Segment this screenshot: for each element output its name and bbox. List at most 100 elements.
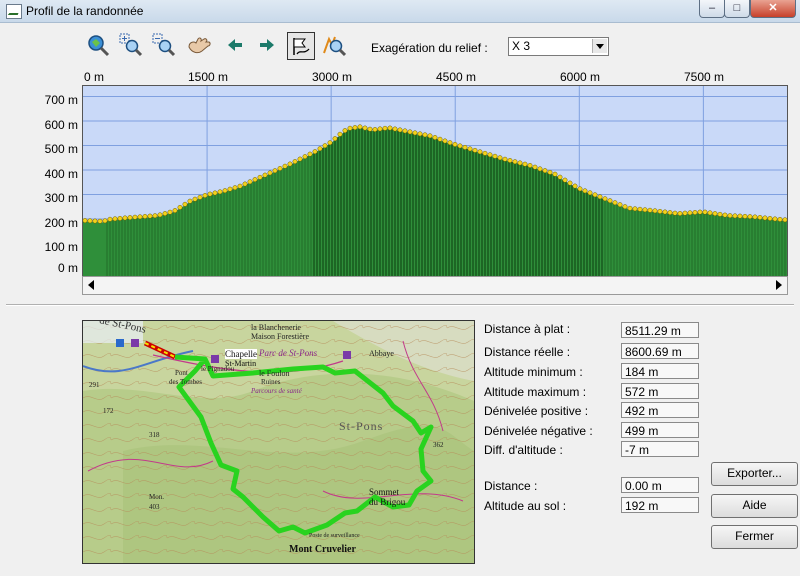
- elevation-point: [197, 194, 203, 200]
- x-tick-label: 0 m: [84, 70, 105, 84]
- elevation-point: [107, 216, 113, 222]
- pan-button[interactable]: [186, 32, 212, 58]
- elevation-point: [567, 180, 573, 186]
- zoom-extent-button[interactable]: [85, 32, 111, 58]
- elevation-point: [162, 211, 168, 216]
- elevation-point: [222, 188, 228, 194]
- elevation-point: [512, 159, 518, 165]
- elevation-point: [277, 166, 283, 171]
- elevation-point: [122, 215, 128, 221]
- horizontal-scrollbar[interactable]: [82, 276, 788, 295]
- elevation-point: [357, 124, 363, 130]
- elevation-point: [137, 214, 143, 220]
- elevation-profile-chart[interactable]: [82, 85, 788, 278]
- custom-zoom-button[interactable]: [321, 32, 347, 58]
- previous-button[interactable]: [222, 32, 248, 58]
- map-label: St-Pons: [339, 419, 384, 433]
- close-window-button[interactable]: ✕: [750, 0, 796, 18]
- maximize-button[interactable]: □: [724, 0, 750, 18]
- elevation-point: [367, 126, 373, 132]
- elevation-point: [667, 210, 673, 216]
- elevation-point: [87, 218, 93, 224]
- profile-tool-button[interactable]: [287, 32, 315, 60]
- elevation-point: [342, 128, 348, 134]
- minimize-button[interactable]: –: [699, 0, 725, 18]
- stat-value: 492 m: [621, 402, 699, 418]
- elevation-point: [102, 218, 108, 224]
- x-tick-label: 7500 m: [684, 70, 725, 84]
- y-tick-label: 300 m: [44, 191, 78, 205]
- elevation-point: [552, 171, 558, 177]
- profile-window: Profil de la randonnée – □ ✕ Exagération…: [0, 0, 800, 576]
- elevation-point: [297, 156, 303, 162]
- elevation-point: [452, 141, 458, 147]
- map-label: 172: [103, 407, 114, 415]
- exaggeration-value: X 3: [512, 39, 531, 53]
- elevation-point: [352, 125, 358, 131]
- elevation-point: [302, 154, 308, 160]
- separator: [6, 304, 794, 306]
- elevation-point: [307, 151, 313, 157]
- elevation-point: [437, 136, 443, 142]
- elevation-point: [457, 143, 463, 149]
- export-button[interactable]: Exporter...: [711, 462, 798, 486]
- elevation-point: [83, 218, 88, 223]
- map-label: Pont: [175, 369, 188, 377]
- elevation-point: [497, 155, 503, 161]
- elevation-point: [182, 201, 188, 207]
- elevation-point: [387, 125, 393, 131]
- elevation-point: [527, 162, 533, 168]
- elevation-point: [617, 202, 623, 208]
- elevation-point: [157, 212, 163, 218]
- cursor-altitude-value: 192 m: [621, 497, 699, 513]
- zoom-extent-icon: [88, 35, 110, 57]
- elevation-point: [337, 131, 343, 137]
- elevation-point: [722, 212, 728, 218]
- elevation-point: [542, 168, 548, 174]
- elevation-point: [517, 160, 523, 166]
- x-tick-label: 3000 m: [312, 70, 353, 84]
- y-tick-label: 400 m: [44, 167, 78, 181]
- map-label: Mon.: [149, 493, 164, 501]
- help-button[interactable]: Aide: [711, 494, 798, 518]
- close-button[interactable]: Fermer: [711, 525, 798, 549]
- elevation-point: [502, 156, 508, 162]
- elevation-point: [242, 181, 248, 187]
- map-label: 403: [149, 503, 160, 511]
- elevation-point: [377, 126, 383, 132]
- stat-value: 8600.69 m: [621, 343, 699, 359]
- elevation-point: [272, 168, 278, 174]
- zoom-in-button[interactable]: [118, 32, 144, 58]
- chevron-down-icon[interactable]: [592, 39, 607, 53]
- elevation-point: [382, 125, 388, 131]
- elevation-point: [757, 215, 763, 220]
- elevation-point: [557, 174, 563, 180]
- elevation-point: [702, 209, 708, 215]
- route-map[interactable]: de St-Pons la Blanchenerie Maison Forest…: [82, 320, 475, 564]
- elevation-point: [372, 127, 378, 132]
- y-tick-label: 200 m: [44, 216, 78, 230]
- zoom-out-button[interactable]: [151, 32, 177, 58]
- map-label: 291: [89, 381, 100, 389]
- next-button[interactable]: [254, 32, 280, 58]
- elevation-point: [152, 213, 158, 219]
- scroll-right-icon[interactable]: [776, 280, 782, 290]
- elevation-point: [577, 186, 583, 192]
- elevation-point: [132, 214, 138, 220]
- y-tick-label: 100 m: [44, 240, 78, 254]
- stat-label: Diff. d'altitude :: [484, 443, 563, 457]
- scroll-left-icon[interactable]: [88, 280, 94, 290]
- elevation-point: [172, 208, 178, 213]
- elevation-point: [417, 131, 423, 137]
- elevation-point: [252, 177, 258, 183]
- map-label: des Tombes: [169, 378, 203, 386]
- window-title: Profil de la randonnée: [26, 4, 144, 18]
- map-label: Mont Cruvelier: [289, 544, 356, 555]
- elevation-point: [752, 214, 758, 220]
- map-label: 318: [149, 431, 160, 439]
- elevation-point: [472, 147, 478, 153]
- elevation-point: [747, 214, 753, 220]
- map-label: Chapelle: [225, 349, 257, 359]
- elevation-point: [447, 140, 453, 146]
- exaggeration-select[interactable]: X 3: [508, 37, 609, 56]
